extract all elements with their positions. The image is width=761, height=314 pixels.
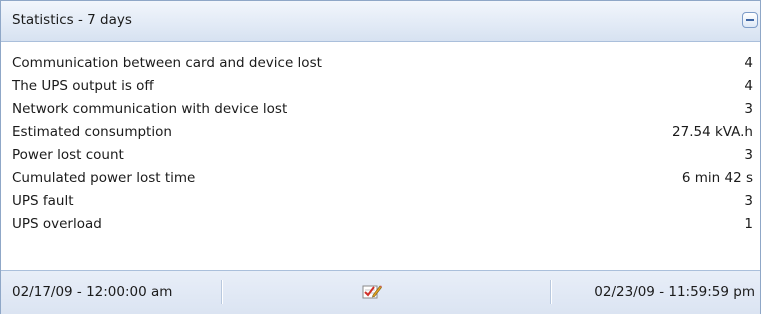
end-date: 02/23/09 - 11:59:59 pm — [594, 284, 755, 300]
stat-label: The UPS output is off — [12, 78, 154, 94]
stat-value: 4 — [744, 55, 753, 71]
footer-divider — [550, 280, 552, 304]
stat-value: 4 — [744, 78, 753, 94]
stat-row: UPS overload 1 — [1, 213, 760, 236]
stat-label: Network communication with device lost — [12, 101, 288, 117]
stat-value: 3 — [744, 193, 753, 209]
stat-value: 1 — [744, 216, 753, 232]
footer-divider — [221, 280, 223, 304]
minus-glyph — [746, 19, 754, 21]
stat-row: Cumulated power lost time 6 min 42 s — [1, 167, 760, 190]
stat-label: Communication between card and device lo… — [12, 55, 322, 71]
panel-header: Statistics - 7 days — [1, 1, 760, 42]
stat-value: 3 — [744, 101, 753, 117]
stat-row: UPS fault 3 — [1, 190, 760, 213]
stat-label: Power lost count — [12, 147, 124, 163]
stat-row: Power lost count 3 — [1, 144, 760, 167]
stat-label: Estimated consumption — [12, 124, 172, 140]
start-date: 02/17/09 - 12:00:00 am — [12, 284, 173, 300]
panel-title: Statistics - 7 days — [12, 12, 132, 28]
stat-row: Network communication with device lost 3 — [1, 98, 760, 121]
stat-value: 3 — [744, 147, 753, 163]
stat-row: Estimated consumption 27.54 kVA.h — [1, 121, 760, 144]
stat-row: The UPS output is off 4 — [1, 75, 760, 98]
stat-row: Communication between card and device lo… — [1, 52, 760, 75]
stat-value: 27.54 kVA.h — [672, 124, 753, 140]
panel-footer: 02/17/09 - 12:00:00 am 02/23/09 - 11:59:… — [1, 270, 760, 314]
statistics-panel: Statistics - 7 days Communication betwee… — [0, 0, 761, 314]
statistics-list: Communication between card and device lo… — [1, 42, 760, 236]
stat-label: Cumulated power lost time — [12, 170, 196, 186]
stat-value: 6 min 42 s — [681, 170, 753, 186]
stat-label: UPS fault — [12, 193, 74, 209]
edit-date-range-icon[interactable] — [362, 283, 382, 299]
collapse-icon[interactable] — [742, 12, 758, 28]
stat-label: UPS overload — [12, 216, 102, 232]
